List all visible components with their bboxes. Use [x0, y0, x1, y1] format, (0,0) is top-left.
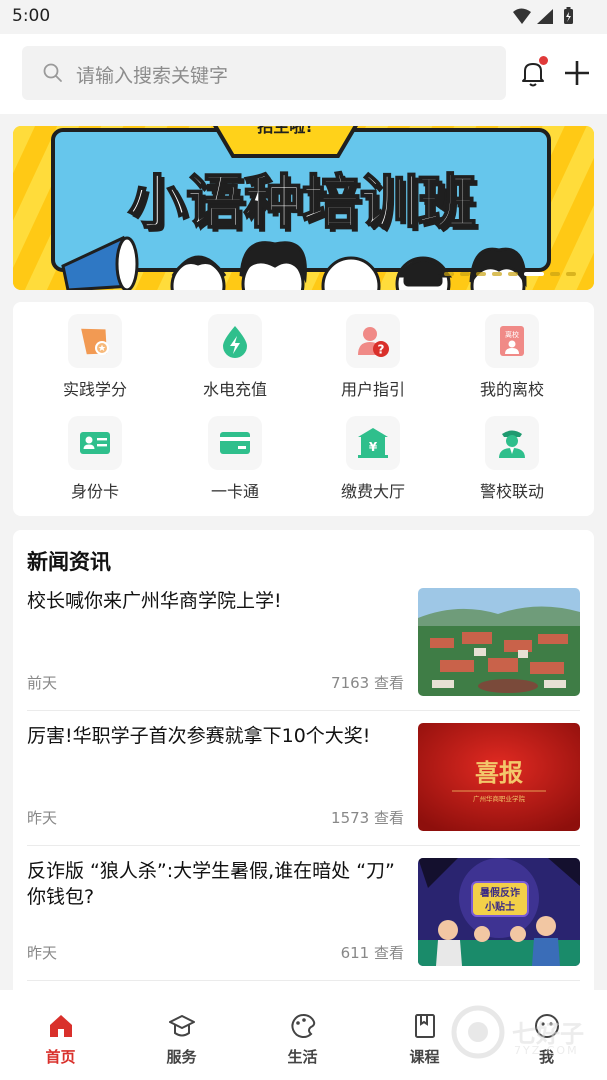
icon-tile [68, 416, 122, 470]
notification-button[interactable] [516, 56, 550, 90]
book-icon [415, 1014, 435, 1038]
home-icon [50, 1015, 72, 1037]
news-item[interactable]: 校长喊你来广州华商学院上学! 前天 7163 查看 [27, 588, 580, 712]
news-thumbnail [418, 588, 580, 696]
water-drop-bolt-icon [223, 326, 247, 358]
icon-tile [485, 416, 539, 470]
nav-life[interactable]: 生活 [242, 990, 363, 1080]
service-label: 一卡通 [210, 482, 259, 501]
wifi-icon [513, 8, 531, 24]
news-views: 7163 查看 [331, 674, 404, 692]
watermark-logo-icon [451, 1005, 505, 1059]
nav-label: 服务 [166, 1048, 197, 1066]
service-label: 水电充值 [202, 380, 267, 399]
leave-school-icon: 离校 [500, 326, 524, 356]
id-card-icon [80, 432, 110, 454]
service-user-guide[interactable]: ? 用户指引 [303, 302, 443, 399]
signal-icon [537, 9, 553, 24]
palette-icon [291, 1013, 316, 1038]
watermark-subtext: 7YZ.COM [514, 1044, 579, 1057]
service-label: 缴费大厅 [340, 482, 405, 501]
svg-text:?: ? [378, 343, 385, 357]
news-item[interactable]: 反诈版 “狼人杀”:大学生暑假,谁在暗处 “刀” 你钱包? 昨天 611 查看 … [27, 858, 580, 982]
news-date: 昨天 [27, 809, 58, 827]
graduation-cap-icon [169, 1015, 195, 1037]
icon-tile: 离校 [485, 314, 539, 368]
payment-hall-icon: ¥ [358, 428, 388, 458]
news-thumbnail: 暑假反诈 小贴士 [418, 858, 580, 966]
search-input[interactable]: 请输入搜索关键字 [22, 46, 506, 100]
thumbnail-subtitle: 广州华商职业学院 [473, 794, 526, 803]
status-bar: 5:00 [0, 0, 607, 34]
news-views: 611 查看 [340, 944, 404, 962]
carousel-dot-active[interactable] [524, 272, 544, 276]
banner-top-label: 招生啦! [257, 126, 312, 136]
service-practice-credits[interactable]: 实践学分 [25, 302, 165, 399]
news-date: 昨天 [27, 944, 58, 962]
divider [27, 845, 580, 846]
carousel-dot[interactable] [508, 272, 518, 276]
service-police-school[interactable]: 警校联动 [442, 404, 582, 501]
user-help-icon: ? [358, 327, 389, 357]
carousel-dot[interactable] [444, 272, 454, 276]
nav-services[interactable]: 服务 [121, 990, 242, 1080]
certificate-flag-icon [81, 328, 109, 355]
news-headline: 校长喊你来广州华商学院上学! [27, 590, 282, 612]
icon-tile [208, 314, 262, 368]
service-label: 实践学分 [62, 380, 127, 399]
carousel-dot[interactable] [476, 272, 486, 276]
banner-artwork: 招生啦! 小语种培训班 小语种培训班 [13, 126, 594, 290]
svg-text:小贴士: 小贴士 [484, 900, 515, 913]
service-payment-hall[interactable]: ¥ 缴费大厅 [303, 404, 443, 501]
news-section-title: 新闻资讯 [27, 550, 111, 574]
service-label: 警校联动 [479, 482, 544, 501]
nav-label: 首页 [45, 1048, 76, 1066]
news-headline: 厉害!华职学子首次参赛就拿下10个大奖! [27, 725, 371, 747]
news-views: 1573 查看 [331, 809, 404, 827]
service-leave-school[interactable]: 离校 我的离校 [442, 302, 582, 399]
police-icon [499, 430, 525, 458]
search-icon [43, 63, 62, 82]
campus-card-icon [220, 432, 250, 454]
news-date: 前天 [27, 674, 58, 692]
status-time: 5:00 [12, 6, 51, 26]
icon-tile: ? [346, 314, 400, 368]
banner-carousel[interactable]: 招生啦! 小语种培训班 小语种培训班 [13, 126, 594, 290]
icon-tile: ¥ [346, 416, 400, 470]
divider [27, 710, 580, 711]
plus-icon [565, 61, 589, 85]
svg-text:¥: ¥ [369, 440, 378, 454]
service-label: 用户指引 [340, 380, 405, 399]
service-label: 身份卡 [70, 482, 119, 501]
service-label: 我的离校 [479, 380, 544, 399]
icon-tile [68, 314, 122, 368]
news-thumbnail: 喜报 广州华商职业学院 [418, 723, 580, 831]
service-campus-card[interactable]: 一卡通 [165, 404, 305, 501]
nav-home[interactable]: 首页 [0, 990, 121, 1080]
svg-text:暑假反诈: 暑假反诈 [480, 886, 520, 899]
carousel-indicator [444, 272, 576, 276]
status-icons [513, 7, 573, 24]
news-item[interactable]: 厉害!华职学子首次参赛就拿下10个大奖! 昨天 1573 查看 喜报 广州华商职… [27, 723, 580, 847]
carousel-dot[interactable] [460, 272, 470, 276]
banner-title: 小语种培训班 [128, 168, 476, 236]
watermark: 七好子 7YZ.COM [450, 1004, 600, 1064]
service-id-card[interactable]: 身份卡 [25, 404, 165, 501]
header: 请输入搜索关键字 [0, 34, 607, 114]
carousel-dot[interactable] [566, 272, 576, 276]
nav-label: 生活 [287, 1048, 318, 1066]
thumbnail-title: 喜报 [475, 758, 523, 787]
search-placeholder: 请输入搜索关键字 [76, 65, 229, 87]
icon-tile [208, 416, 262, 470]
divider [27, 980, 580, 981]
news-section: 新闻资讯 校长喊你来广州华商学院上学! 前天 7163 查看 厉害!华职学子首次… [13, 530, 594, 1000]
service-utility-recharge[interactable]: 水电充值 [165, 302, 305, 399]
news-headline: 反诈版 “狼人杀”:大学生暑假,谁在暗处 “刀” 你钱包? [27, 860, 395, 908]
leave-school-badge: 离校 [505, 330, 519, 339]
carousel-dot[interactable] [492, 272, 502, 276]
notification-dot [539, 56, 548, 65]
carousel-dot[interactable] [550, 272, 560, 276]
service-grid: 实践学分 水电充值 ? 用户指引 离校 我的离校 身份卡 一卡通 ¥ 缴费大厅 … [13, 302, 594, 516]
add-button[interactable] [562, 58, 592, 88]
